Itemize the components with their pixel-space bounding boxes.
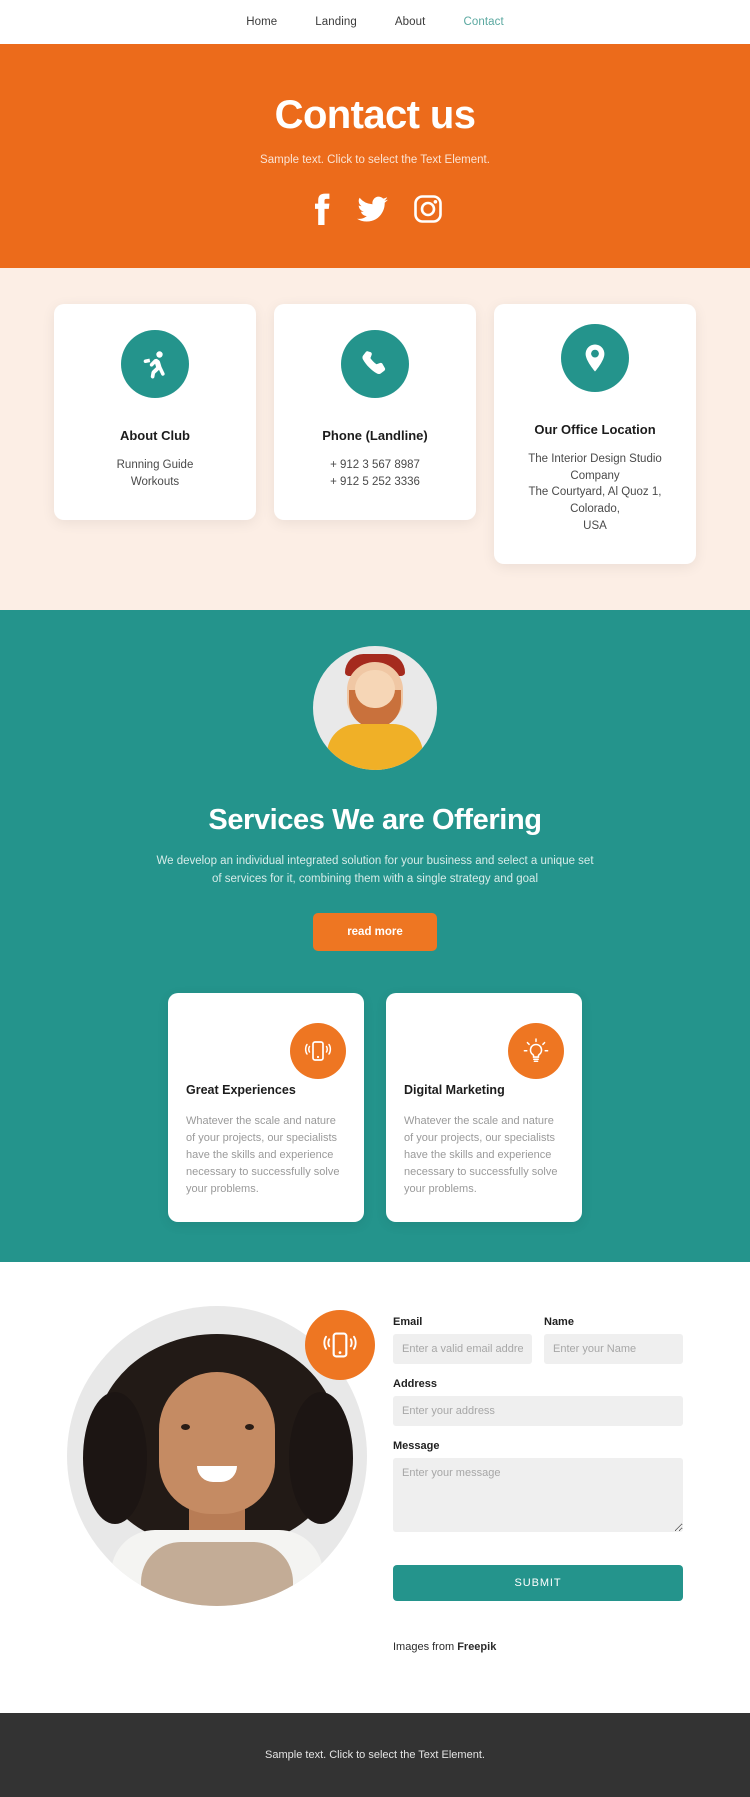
hero-subtitle: Sample text. Click to select the Text El…	[260, 153, 490, 166]
read-more-button[interactable]: read more	[313, 912, 437, 951]
info-card-title: About Club	[119, 428, 191, 443]
page-title: Contact us	[274, 92, 476, 137]
name-label: Name	[544, 1316, 574, 1329]
info-card-line: The Courtyard, Al Quoz 1, Colorado,	[528, 486, 662, 516]
info-card-line: USA	[583, 519, 607, 532]
portrait-face	[159, 1372, 275, 1515]
mobile-vibrate-icon	[305, 1310, 375, 1381]
contact-section: Email Name Address Message SUBMIT Images…	[0, 1262, 750, 1714]
field-message: Message	[393, 1440, 683, 1537]
navbar: Home Landing About Contact	[0, 0, 750, 44]
field-address: Address	[393, 1378, 683, 1427]
portrait-hair-left	[83, 1392, 147, 1525]
image-credit-prefix: Images from	[393, 1641, 458, 1654]
info-card-line: Workouts	[130, 475, 180, 488]
info-card-about-club[interactable]: About Club Running Guide Workouts	[54, 304, 256, 521]
name-field[interactable]	[544, 1334, 683, 1365]
twitter-icon[interactable]	[357, 192, 389, 226]
running-icon	[121, 330, 189, 398]
info-cards-row: About Club Running Guide Workouts Phone …	[0, 304, 750, 565]
form-row-email-name: Email Name	[393, 1316, 683, 1378]
portrait-hair-right	[289, 1392, 353, 1525]
contact-form: Email Name Address Message SUBMIT Images…	[393, 1306, 683, 1653]
phone-icon	[341, 330, 409, 398]
avatar	[313, 646, 437, 771]
field-name: Name	[544, 1316, 683, 1365]
service-card-title: Digital Marketing	[404, 1082, 505, 1097]
service-card-great-experiences[interactable]: Great Experiences Whatever the scale and…	[168, 992, 364, 1223]
info-card-phone[interactable]: Phone (Landline) + 912 3 567 8987 + 912 …	[274, 304, 476, 521]
portrait-collar	[141, 1542, 293, 1607]
avatar-body	[327, 724, 423, 771]
hero-section: Contact us Sample text. Click to select …	[0, 44, 750, 268]
email-field[interactable]	[393, 1334, 532, 1365]
mobile-vibrate-icon	[290, 1022, 346, 1079]
services-section: Services We are Offering We develop an i…	[0, 610, 750, 1263]
location-pin-icon	[561, 324, 629, 392]
message-field[interactable]	[393, 1458, 683, 1533]
info-card-line: The Interior Design Studio Company	[528, 453, 662, 482]
submit-button[interactable]: SUBMIT	[393, 1565, 683, 1602]
footer-text: Sample text. Click to select the Text El…	[265, 1749, 485, 1762]
info-card-title: Our Office Location	[534, 422, 656, 437]
lightbulb-icon	[508, 1022, 564, 1079]
avatar-face	[355, 670, 395, 709]
nav-item-about[interactable]: About	[395, 16, 426, 28]
info-card-line: Running Guide	[116, 459, 194, 471]
service-cards-row: Great Experiences Whatever the scale and…	[168, 992, 582, 1223]
footer: Sample text. Click to select the Text El…	[0, 1713, 750, 1797]
message-label: Message	[393, 1440, 440, 1453]
nav-item-home[interactable]: Home	[246, 16, 277, 28]
nav-item-contact[interactable]: Contact	[463, 16, 503, 28]
services-description: We develop an individual integrated solu…	[156, 855, 594, 886]
services-title: Services We are Offering	[208, 804, 542, 837]
facebook-icon[interactable]	[307, 192, 333, 226]
instagram-icon[interactable]	[413, 192, 443, 226]
field-email: Email	[393, 1316, 532, 1365]
service-card-digital-marketing[interactable]: Digital Marketing Whatever the scale and…	[386, 992, 582, 1223]
nav-item-landing[interactable]: Landing	[315, 16, 357, 28]
address-field[interactable]	[393, 1396, 683, 1427]
service-card-title: Great Experiences	[186, 1082, 296, 1097]
email-label: Email	[393, 1316, 423, 1329]
service-card-text: Whatever the scale and nature of your pr…	[404, 1114, 558, 1196]
info-card-title: Phone (Landline)	[322, 428, 428, 443]
contact-photo-wrap	[67, 1306, 375, 1607]
service-card-text: Whatever the scale and nature of your pr…	[186, 1114, 340, 1196]
info-card-line: + 912 5 252 3336	[330, 475, 420, 488]
info-card-office-location[interactable]: Our Office Location The Interior Design …	[494, 304, 696, 565]
info-cards-section: About Club Running Guide Workouts Phone …	[0, 268, 750, 611]
social-links	[307, 192, 443, 226]
info-card-line: + 912 3 567 8987	[330, 459, 420, 471]
image-credit-brand: Freepik	[457, 1641, 497, 1654]
image-credit: Images from Freepik	[393, 1641, 683, 1653]
address-label: Address	[393, 1378, 438, 1391]
